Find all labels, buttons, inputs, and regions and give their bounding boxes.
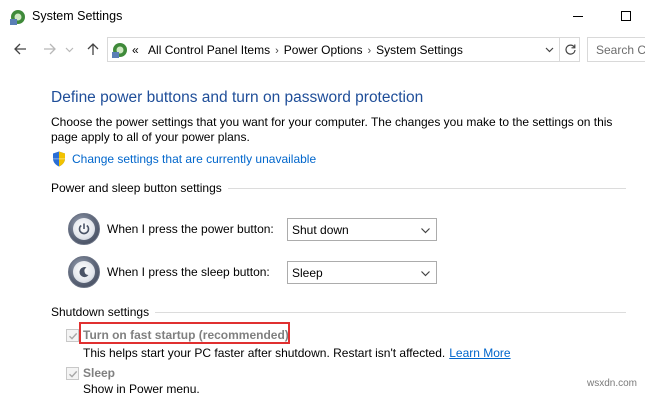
- maximize-button[interactable]: [603, 0, 645, 32]
- chevron-down-icon: [421, 228, 430, 234]
- sleep-button-action-value: Sleep: [292, 266, 323, 280]
- checkmark-icon: [68, 332, 77, 340]
- arrow-up-icon: [87, 43, 99, 55]
- watermark: wsxdn.com: [587, 378, 638, 389]
- address-bar[interactable]: « All Control Panel Items › Power Options ›…: [107, 37, 580, 62]
- highlight-box: [79, 322, 290, 344]
- uac-shield-icon: [53, 151, 65, 167]
- arrow-right-icon: [44, 43, 56, 55]
- arrow-left-icon: [14, 43, 26, 55]
- breadcrumb-separator[interactable]: ›: [367, 45, 371, 57]
- sleep-button-icon: [68, 256, 100, 288]
- fast-startup-description-text: This helps start your PC faster after sh…: [83, 346, 446, 360]
- sleep-button-label: When I press the sleep button:: [107, 265, 270, 279]
- chevron-down-icon: [65, 47, 73, 52]
- minimize-button[interactable]: [555, 0, 601, 32]
- recent-locations-button[interactable]: [63, 40, 75, 58]
- breadcrumb: « All Control Panel Items › Power Options ›…: [132, 43, 463, 57]
- minimize-icon: [573, 16, 583, 17]
- navigation-bar: « All Control Panel Items › Power Options ›…: [0, 34, 645, 64]
- sleep-label: Sleep: [83, 366, 116, 380]
- power-button-action-select[interactable]: Shut down: [287, 218, 437, 241]
- power-symbol-icon: [78, 223, 90, 235]
- refresh-icon: [564, 44, 576, 55]
- forward-button[interactable]: [41, 40, 59, 58]
- learn-more-link[interactable]: Learn More: [449, 346, 510, 360]
- address-history-button[interactable]: [539, 38, 559, 61]
- power-button-icon: [68, 213, 100, 245]
- sleep-checkbox[interactable]: [66, 367, 79, 380]
- sleep-button-action-select[interactable]: Sleep: [287, 261, 437, 284]
- up-button[interactable]: [84, 40, 102, 58]
- shutdown-group-title: Shutdown settings: [51, 305, 156, 319]
- fast-startup-checkbox[interactable]: [66, 329, 79, 342]
- back-button[interactable]: [11, 40, 29, 58]
- chevron-down-icon: [421, 271, 430, 277]
- power-group-title: Power and sleep button settings: [51, 181, 228, 195]
- breadcrumb-item-all-control-panel-items[interactable]: All Control Panel Items: [148, 43, 270, 57]
- checkmark-icon: [68, 370, 77, 378]
- power-button-action-value: Shut down: [292, 223, 349, 237]
- page-title: Define power buttons and turn on passwor…: [51, 89, 424, 106]
- breadcrumb-item-system-settings[interactable]: System Settings: [376, 43, 463, 57]
- moon-icon: [79, 267, 89, 278]
- breadcrumb-item-power-options[interactable]: Power Options: [284, 43, 363, 57]
- search-placeholder: Search Co: [596, 43, 645, 57]
- sleep-description: Show in Power menu.: [83, 382, 200, 394]
- maximize-icon: [621, 11, 631, 21]
- breadcrumb-overflow[interactable]: «: [132, 43, 139, 57]
- change-settings-link[interactable]: Change settings that are currently unava…: [72, 152, 316, 166]
- chevron-down-icon: [545, 47, 553, 53]
- page-description: Choose the power settings that you want …: [51, 115, 613, 144]
- title-bar: System Settings: [0, 0, 645, 34]
- refresh-button[interactable]: [559, 38, 580, 61]
- window-title: System Settings: [32, 9, 123, 23]
- breadcrumb-separator[interactable]: ›: [275, 45, 279, 57]
- search-box[interactable]: Search Co: [587, 37, 645, 62]
- power-button-label: When I press the power button:: [107, 222, 274, 236]
- fast-startup-description: This helps start your PC faster after sh…: [83, 346, 511, 360]
- control-panel-icon: [10, 10, 25, 25]
- control-panel-icon: [112, 43, 127, 58]
